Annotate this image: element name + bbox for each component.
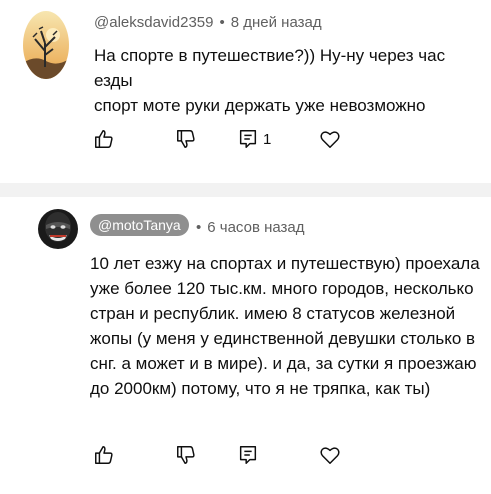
thumb-up-icon[interactable] xyxy=(92,443,116,467)
avatar[interactable] xyxy=(23,11,69,79)
author-name[interactable]: @aleksdavid2359 xyxy=(94,14,213,31)
comment-text-line: 10 лет езжу на спортах и путешествую) пр… xyxy=(90,254,480,273)
heart-icon[interactable] xyxy=(318,127,342,151)
reply-count[interactable]: 1 xyxy=(263,131,271,148)
thumb-down-icon[interactable] xyxy=(174,127,198,151)
comment-text-line: жопы (у меня у единственной девушки стол… xyxy=(90,329,476,348)
comment-actions: 1 xyxy=(0,127,491,157)
author-name[interactable]: @motoTanya xyxy=(90,214,189,236)
comment-text: 10 лет езжу на спортах и путешествую) пр… xyxy=(90,251,480,401)
reply-icon[interactable] xyxy=(236,443,260,467)
comment-text-line: уже более 120 тыс.км. много городов, нес… xyxy=(90,279,474,298)
timestamp[interactable]: 6 часов назад xyxy=(207,219,304,236)
comment-meta: @aleksdavid2359 • 8 дней назад xyxy=(94,14,322,31)
comment-text-line: до 2000км) потому, что я не тряпка, как … xyxy=(90,379,431,398)
comment-2: @motoTanya • 6 часов назад 10 лет езжу на… xyxy=(0,197,491,494)
comment-text-line: снг. а может и в мире). и да, за сутки я… xyxy=(90,354,477,373)
comment-divider xyxy=(0,183,491,197)
comment-1: @aleksdavid2359 • 8 дней назад На спорте в… xyxy=(0,0,491,183)
comment-actions xyxy=(0,443,491,473)
meta-separator: • xyxy=(219,14,225,31)
timestamp[interactable]: 8 дней назад xyxy=(231,14,322,31)
thumb-up-icon[interactable] xyxy=(92,127,116,151)
thumb-down-icon[interactable] xyxy=(174,443,198,467)
meta-separator: • xyxy=(196,219,202,236)
heart-icon[interactable] xyxy=(318,443,342,467)
avatar[interactable] xyxy=(38,209,78,249)
reply-icon[interactable] xyxy=(236,127,260,151)
comment-text: На спорте в путешествие?)) Ну-ну через ч… xyxy=(94,43,484,118)
comment-text-line: стран и республик. имею 8 статусов желез… xyxy=(90,304,456,323)
comment-meta: • 6 часов назад xyxy=(196,219,305,236)
comment-text-line: спорт моте руки держать уже невозможно xyxy=(94,96,426,115)
comment-text-line: На спорте в путешествие?)) Ну-ну через ч… xyxy=(94,46,446,90)
